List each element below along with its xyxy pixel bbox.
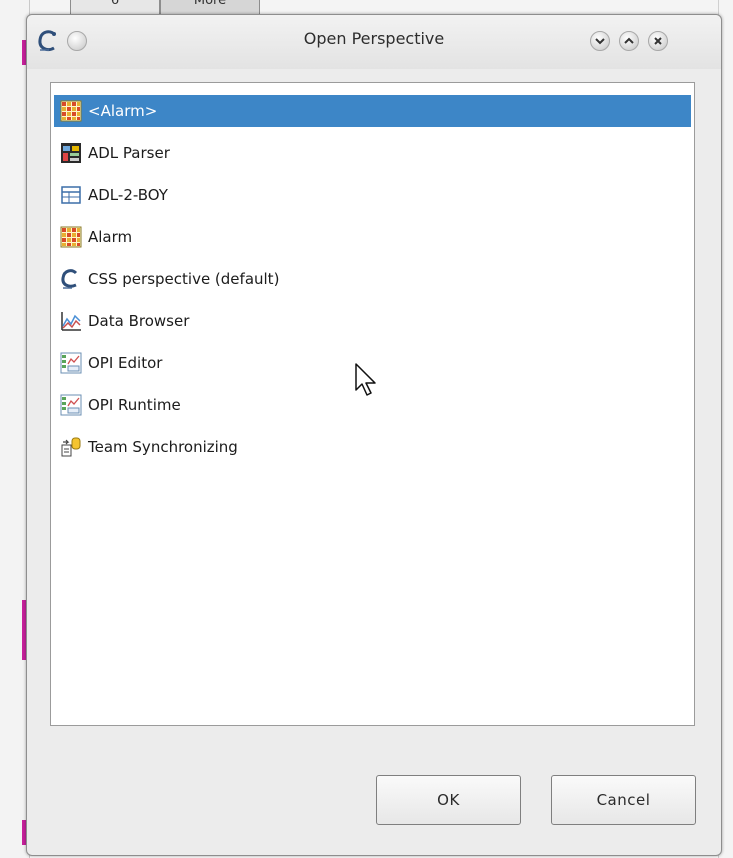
list-item-label: Team Synchronizing — [88, 438, 238, 456]
adl-parser-icon — [61, 143, 81, 163]
team-sync-icon — [61, 437, 81, 457]
perspective-list[interactable]: <Alarm> ADL Parser ADL-2-BOY Alarm CSS p… — [50, 82, 695, 726]
alarm-table-icon — [60, 226, 82, 248]
opi-editor-icon — [60, 352, 82, 374]
list-item-label: CSS perspective (default) — [88, 270, 280, 288]
list-item-team-synchronizing[interactable]: Team Synchronizing — [54, 431, 691, 463]
screen: 6 More Open Perspective <Alarm> ADL Pars… — [0, 0, 733, 858]
css-logo-icon — [61, 269, 78, 289]
opi-runtime-icon — [60, 394, 82, 416]
open-perspective-dialog: Open Perspective <Alarm> ADL Parser ADL-… — [26, 14, 722, 856]
list-item-label: ADL Parser — [88, 144, 170, 162]
list-item-alarm[interactable]: Alarm — [54, 221, 691, 253]
close-button[interactable] — [648, 31, 668, 51]
list-item-adl-parser[interactable]: ADL Parser — [54, 137, 691, 169]
dialog-title: Open Perspective — [303, 29, 445, 48]
cancel-button[interactable]: Cancel — [551, 775, 696, 825]
list-item-label: Alarm — [88, 228, 133, 246]
list-item-adl-2-boy[interactable]: ADL-2-BOY — [54, 179, 691, 211]
chevron-down-icon — [595, 38, 605, 45]
list-item-label: OPI Editor — [88, 354, 163, 372]
list-item-alarm-default[interactable]: <Alarm> — [54, 95, 691, 127]
close-icon — [654, 37, 662, 45]
alarm-table-icon — [60, 100, 82, 122]
mouse-pointer-icon — [355, 363, 376, 396]
list-item-data-browser[interactable]: Data Browser — [54, 305, 691, 337]
list-item-label: ADL-2-BOY — [88, 186, 168, 204]
dialog-titlebar[interactable]: Open Perspective — [27, 15, 721, 69]
minimize-button[interactable] — [590, 31, 610, 51]
chevron-up-icon — [624, 37, 634, 44]
ok-button[interactable]: OK — [376, 775, 521, 825]
maximize-button[interactable] — [619, 31, 639, 51]
list-item-label: Data Browser — [88, 312, 190, 330]
data-browser-chart-icon — [61, 312, 81, 331]
list-item-css-perspective[interactable]: CSS perspective (default) — [54, 263, 691, 295]
list-item-label: <Alarm> — [88, 102, 158, 120]
list-item-label: OPI Runtime — [88, 396, 181, 414]
adl-2-boy-icon — [61, 186, 81, 204]
